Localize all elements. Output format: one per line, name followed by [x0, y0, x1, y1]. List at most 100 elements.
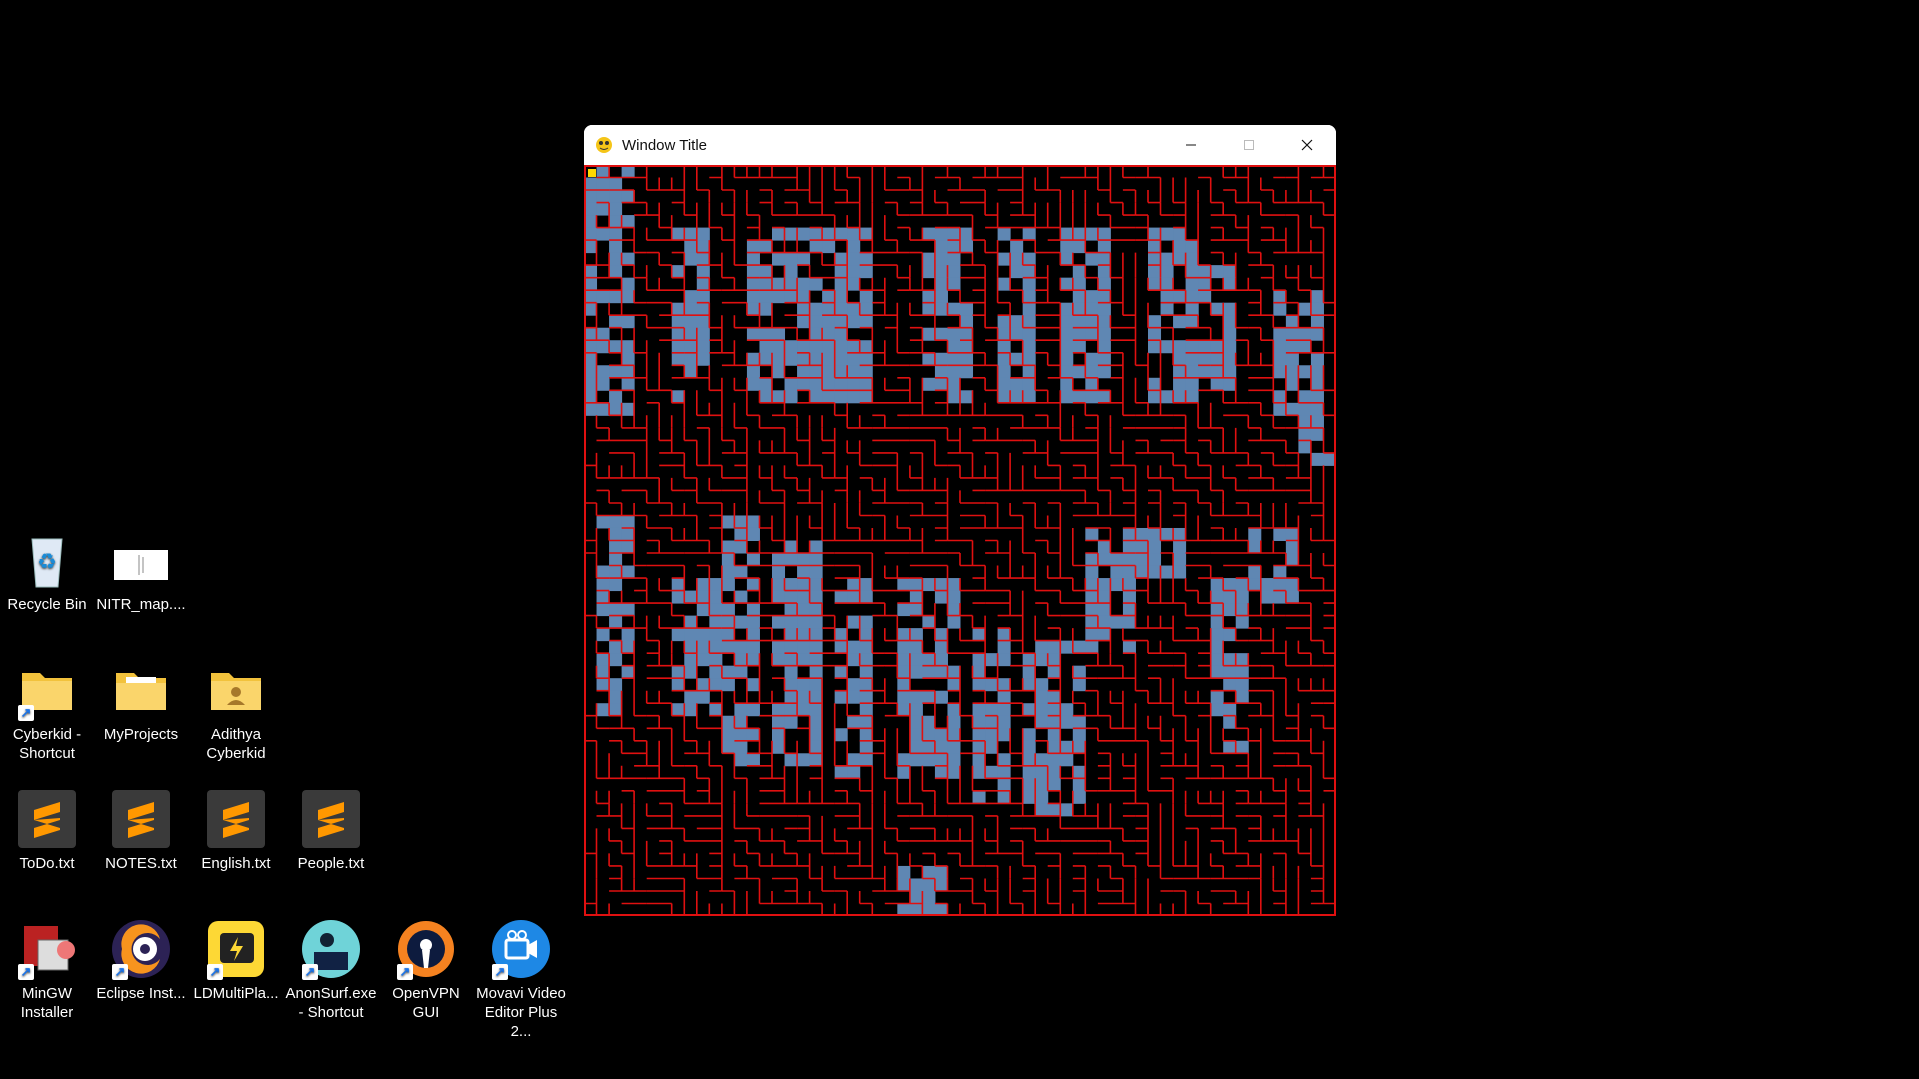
visited-cell [797, 640, 811, 654]
visited-cell [822, 352, 836, 366]
ldmultiplayer-shortcut[interactable]: ↗ LDMultiPla... [189, 918, 283, 1003]
visited-cell [972, 790, 986, 804]
visited-cell [809, 277, 823, 291]
visited-cell [997, 653, 1011, 667]
minimize-button[interactable] [1162, 125, 1220, 165]
mingw-installer-shortcut[interactable]: ↗ MinGW Installer [0, 918, 94, 1022]
visited-cell [1022, 377, 1036, 391]
visited-cell [997, 678, 1011, 692]
visited-cell [621, 190, 635, 204]
eclipse-installer-shortcut[interactable]: ↗ Eclipse Inst... [94, 918, 188, 1003]
visited-cell [809, 678, 823, 692]
visited-cell [609, 578, 623, 592]
visited-cell [671, 340, 685, 354]
maximize-button[interactable] [1220, 125, 1278, 165]
visited-cell [997, 715, 1011, 729]
visited-cell [1022, 340, 1036, 354]
close-button[interactable] [1278, 125, 1336, 165]
visited-cell [797, 753, 811, 767]
visited-cell [909, 590, 923, 604]
recycle-bin-icon: ♻ [16, 529, 78, 591]
visited-cell [1085, 352, 1099, 366]
visited-cell [1085, 390, 1099, 404]
maze-canvas[interactable] [584, 164, 1336, 916]
visited-cell [1210, 653, 1224, 667]
visited-cell [897, 690, 911, 704]
visited-cell [897, 653, 911, 667]
visited-cell [746, 252, 760, 266]
visited-cell [797, 565, 811, 579]
visited-cell [1035, 653, 1049, 667]
desktop-icon-label: English.txt [201, 855, 271, 872]
visited-cell [1223, 352, 1237, 366]
english-txt-file[interactable]: English.txt [189, 788, 283, 873]
visited-cell [1022, 790, 1036, 804]
pygame-window[interactable]: Window Title [584, 125, 1336, 916]
visited-cell [596, 177, 610, 191]
visited-cell [972, 665, 986, 679]
visited-cell [1122, 615, 1136, 629]
recycle-bin-shortcut[interactable]: ♻ Recycle Bin [0, 529, 94, 614]
visited-cell [847, 765, 861, 779]
visited-cell [1173, 252, 1187, 266]
visited-cell [734, 615, 748, 629]
movavi-shortcut[interactable]: ↗ Movavi Video Editor Plus 2... [474, 918, 568, 1041]
visited-cell [859, 665, 873, 679]
visited-cell [834, 728, 848, 742]
close-icon [1301, 139, 1313, 151]
visited-cell [1110, 615, 1124, 629]
visited-cell [709, 590, 723, 604]
visited-cell [609, 177, 623, 191]
visited-cell [696, 678, 710, 692]
visited-cell [609, 615, 623, 629]
visited-cell [1072, 790, 1086, 804]
visited-cell [784, 590, 798, 604]
desktop-icon-label: AnonSurf.exe - Shortcut [285, 985, 377, 1021]
visited-cell [784, 390, 798, 404]
todo-txt-file[interactable]: ToDo.txt [0, 788, 94, 873]
visited-cell [847, 352, 861, 366]
visited-cell [847, 240, 861, 254]
sublime-text-icon [205, 788, 267, 850]
visited-cell [1085, 603, 1099, 617]
notes-txt-file[interactable]: NOTES.txt [94, 788, 188, 873]
visited-cell [1022, 765, 1036, 779]
visited-cell [947, 615, 961, 629]
people-txt-file[interactable]: People.txt [284, 788, 378, 873]
visited-cell [1097, 340, 1111, 354]
visited-cell [797, 578, 811, 592]
cyberkid-shortcut[interactable]: ↗ Cyberkid - Shortcut [0, 659, 94, 763]
sublime-text-icon [300, 788, 362, 850]
visited-cell [809, 690, 823, 704]
visited-cell [960, 340, 974, 354]
visited-cell [809, 240, 823, 254]
visited-cell [834, 690, 848, 704]
visited-cell [772, 327, 786, 341]
visited-cell [934, 365, 948, 379]
window-titlebar[interactable]: Window Title [584, 125, 1336, 165]
visited-cell [1010, 390, 1024, 404]
openvpn-gui-shortcut[interactable]: ↗ OpenVPN GUI [379, 918, 473, 1022]
visited-cell [1060, 315, 1074, 329]
visited-cell [684, 628, 698, 642]
visited-cell [909, 640, 923, 654]
visited-cell [922, 377, 936, 391]
anonsurf-shortcut[interactable]: ↗ AnonSurf.exe - Shortcut [284, 918, 378, 1022]
visited-cell [696, 227, 710, 241]
myprojects-folder[interactable]: MyProjects [94, 659, 188, 744]
visited-cell [1273, 302, 1287, 316]
visited-cell [1298, 340, 1312, 354]
visited-cell [1148, 540, 1162, 554]
anonsurf-icon: ↗ [300, 918, 362, 980]
visited-cell [759, 352, 773, 366]
visited-cell [1185, 377, 1199, 391]
visited-cell [1185, 340, 1199, 354]
visited-cell [809, 315, 823, 329]
desktop-icon-label: OpenVPN GUI [392, 985, 460, 1021]
visited-cell [772, 252, 786, 266]
nitr-map-file[interactable]: NITR_map.... [94, 529, 188, 614]
visited-cell [1185, 315, 1199, 329]
visited-cell [809, 703, 823, 717]
visited-cell [1185, 252, 1199, 266]
adithya-cyberkid-folder[interactable]: Adithya Cyberkid [189, 659, 283, 763]
